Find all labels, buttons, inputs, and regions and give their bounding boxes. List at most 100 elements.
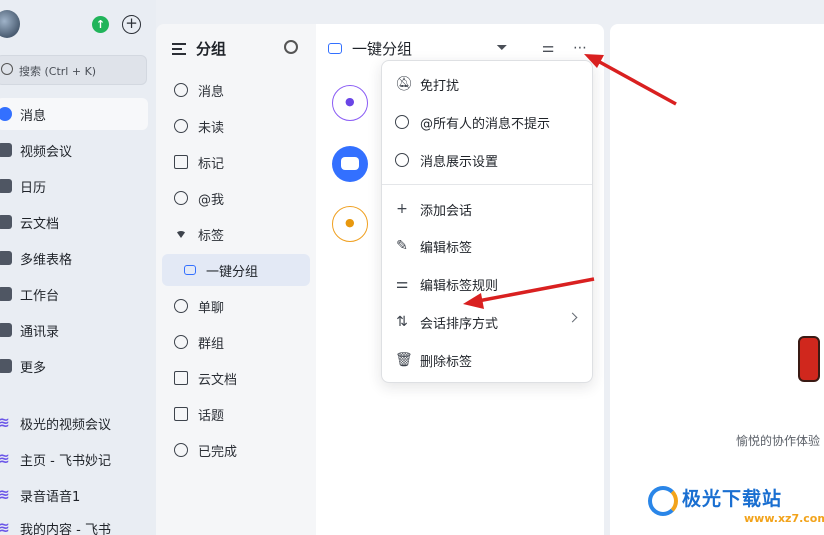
minutes-app-icon: ≋ [0, 415, 10, 431]
group-label: 已完成 [198, 444, 238, 460]
minutes-app-icon: ≋ [0, 487, 10, 503]
group-item-unread[interactable]: 未读 [162, 110, 310, 142]
menu-label: 免打扰 [420, 78, 460, 94]
watermark: 极光下载站 www.xz7.com [648, 482, 824, 532]
nav-label: 更多 [20, 360, 47, 376]
left-navigation: ↑ + 搜索 (Ctrl + K) 消息 视频会议 日历 云文档 多维表格 工作… [0, 0, 156, 535]
person-icon [174, 299, 188, 313]
menu-item-edit-label[interactable]: ✎ 编辑标签 [386, 228, 590, 264]
tag-icon [328, 43, 342, 54]
bell-off-icon: 🔕︎ [395, 76, 413, 92]
watermark-brand: 极光下载站 [682, 488, 783, 510]
user-avatar[interactable] [0, 10, 20, 38]
nav-item-base[interactable]: 多维表格 [0, 242, 148, 274]
more-options-icon[interactable]: ⋯ [572, 40, 588, 56]
flag-icon [174, 155, 188, 169]
tag-icon [184, 265, 196, 275]
menu-item-add-chat[interactable]: + 添加会话 [386, 191, 590, 227]
group-label: 标签 [198, 228, 225, 244]
nav-label: 日历 [20, 180, 47, 196]
nav-item-messages[interactable]: 消息 [0, 98, 148, 130]
eye-settings-icon [395, 153, 409, 167]
nav-label: 消息 [20, 108, 47, 124]
nav-item-more[interactable]: 更多 [0, 350, 148, 382]
app-item[interactable]: ≋ 我的内容 - 飞书 [0, 512, 148, 535]
nav-label: 通讯录 [20, 324, 60, 340]
nav-item-workbench[interactable]: 工作台 [0, 278, 148, 310]
menu-item-sort-order[interactable]: ⇅ 会话排序方式 [386, 304, 590, 340]
group-item-mentions[interactable]: @我 [162, 182, 310, 214]
table-icon [0, 251, 12, 265]
group-label: 未读 [198, 120, 225, 136]
app-label: 主页 - 飞书妙记 [20, 453, 111, 469]
gear-icon[interactable] [284, 40, 298, 54]
trash-icon: 🗑︎ [395, 352, 413, 368]
calendar-icon [0, 179, 12, 193]
app-item[interactable]: ≋ 主页 - 飞书妙记 [0, 443, 148, 475]
menu-item-edit-label-rules[interactable]: ⚌ 编辑标签规则 [386, 266, 590, 302]
unread-icon [174, 119, 188, 133]
menu-divider [382, 184, 592, 185]
pencil-icon: ✎ [396, 238, 408, 254]
nav-item-contacts[interactable]: 通讯录 [0, 314, 148, 346]
chat-avatar[interactable] [332, 85, 368, 121]
menu-label: @所有人的消息不提示 [420, 116, 551, 132]
video-icon [0, 143, 12, 157]
group-item-messages[interactable]: 消息 [162, 74, 310, 106]
menu-label: 编辑标签规则 [420, 278, 499, 294]
nav-label: 云文档 [20, 216, 60, 232]
menu-label: 编辑标签 [420, 240, 473, 256]
chat-list-header: 一键分组 [328, 38, 412, 59]
create-plus-icon[interactable]: + [122, 15, 141, 34]
group-item-labels[interactable]: 标签 [162, 218, 310, 250]
menu-item-display-settings[interactable]: 消息展示设置 [386, 142, 590, 178]
nav-item-video[interactable]: 视频会议 [0, 134, 148, 166]
more-apps-icon [0, 359, 12, 373]
chat-avatar[interactable] [332, 206, 368, 242]
group-label: 云文档 [198, 372, 238, 388]
group-panel-header: 分组 [172, 38, 226, 59]
group-label: 一键分组 [206, 264, 259, 280]
group-label: 话题 [198, 408, 225, 424]
collapse-menu-icon[interactable] [172, 42, 186, 55]
settings-sliders-icon[interactable]: ⚌ [540, 40, 556, 56]
right-pane: 愉悦的协作体验 [610, 24, 824, 535]
group-item-groups[interactable]: 群组 [162, 326, 310, 358]
menu-item-at-all-mute[interactable]: @所有人的消息不提示 [386, 104, 590, 140]
group-item-one-click[interactable]: 一键分组 [162, 254, 310, 286]
watermark-url: www.xz7.com [744, 512, 824, 525]
group-panel-title: 分组 [196, 40, 227, 58]
group-label: 消息 [198, 84, 225, 100]
app-label: 录音语音1 [20, 489, 81, 505]
nav-item-docs[interactable]: 云文档 [0, 206, 148, 238]
app-item[interactable]: ≋ 极光的视频会议 [0, 407, 148, 439]
app-label: 极光的视频会议 [20, 417, 112, 433]
group-item-flagged[interactable]: 标记 [162, 146, 310, 178]
cloud-doc-icon [0, 215, 12, 229]
app-item[interactable]: ≋ 录音语音1 [0, 479, 148, 511]
menu-item-mute[interactable]: 🔕︎ 免打扰 [386, 66, 590, 102]
message-icon [0, 107, 12, 121]
nav-label: 视频会议 [20, 144, 73, 160]
nav-label: 多维表格 [20, 252, 73, 268]
filter-icon[interactable]: ⏷ [494, 40, 510, 56]
group-item-topics[interactable]: 话题 [162, 398, 310, 430]
group-item-single-chat[interactable]: 单聊 [162, 290, 310, 322]
minutes-app-icon: ≋ [0, 451, 10, 467]
workbench-icon [0, 287, 12, 301]
sliders-icon: ⚌ [395, 276, 409, 292]
more-options-menu: 🔕︎ 免打扰 @所有人的消息不提示 消息展示设置 + 添加会话 ✎ 编辑标签 ⚌… [381, 60, 593, 383]
topic-icon [174, 407, 188, 421]
at-icon [174, 191, 188, 205]
group-label: 群组 [198, 336, 225, 352]
group-item-done[interactable]: 已完成 [162, 434, 310, 466]
menu-label: 会话排序方式 [420, 316, 499, 332]
upgrade-icon[interactable]: ↑ [92, 16, 109, 33]
nav-item-calendar[interactable]: 日历 [0, 170, 148, 202]
empty-state-illustration [798, 336, 820, 382]
group-label: 单聊 [198, 300, 225, 316]
bot-avatar[interactable] [332, 146, 368, 182]
menu-item-delete-label[interactable]: 🗑︎ 删除标签 [386, 342, 590, 378]
search-input[interactable]: 搜索 (Ctrl + K) [0, 55, 147, 85]
group-item-docs[interactable]: 云文档 [162, 362, 310, 394]
